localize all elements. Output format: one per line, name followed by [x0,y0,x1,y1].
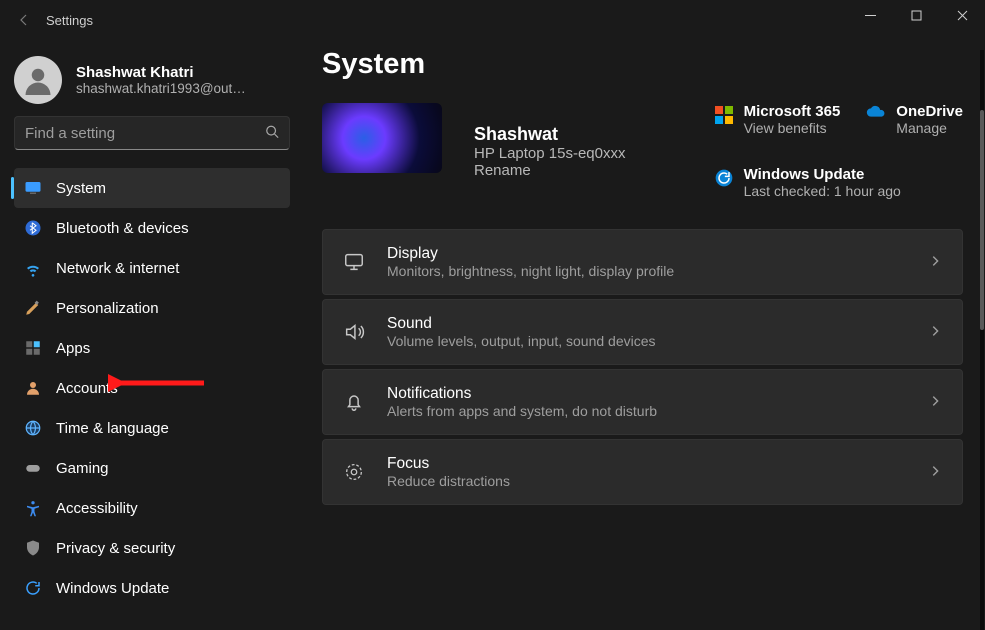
chevron-right-icon [928,324,942,341]
person-icon [23,65,53,95]
display-icon [343,251,365,273]
card-sub: Volume levels, output, input, sound devi… [387,333,906,349]
wifi-icon [24,259,42,277]
gamepad-icon [24,459,42,477]
sidebar-item-label: Apps [56,340,90,357]
bluetooth-icon [24,219,42,237]
sidebar-item-label: Privacy & security [56,540,175,557]
update-icon [714,168,734,188]
sidebar-item-network[interactable]: Network & internet [14,248,290,288]
user-email: shashwat.khatri1993@out… [76,81,246,96]
microsoft-365-tile[interactable]: Microsoft 365 View benefits [714,103,841,136]
update-icon [24,579,42,597]
sidebar-item-label: System [56,180,106,197]
sound-icon [343,321,365,343]
apps-icon [24,339,42,357]
sidebar: Shashwat Khatri shashwat.khatri1993@out…… [0,40,300,630]
titlebar: Settings [0,0,985,40]
card-sound[interactable]: Sound Volume levels, output, input, soun… [322,299,963,365]
sidebar-item-label: Bluetooth & devices [56,220,189,237]
device-model: HP Laptop 15s-eq0xxx [474,145,626,162]
card-title: Display [387,245,906,263]
sidebar-item-update[interactable]: Windows Update [14,568,290,608]
info-row: Shashwat HP Laptop 15s-eq0xxx Rename [322,103,963,199]
card-sub: Alerts from apps and system, do not dist… [387,403,906,419]
scrollbar-track[interactable] [980,50,984,630]
chevron-right-icon [928,394,942,411]
app-title: Settings [46,13,93,28]
card-title: Focus [387,455,906,473]
user-block[interactable]: Shashwat Khatri shashwat.khatri1993@out… [14,56,290,104]
sidebar-item-label: Network & internet [56,260,179,277]
tile-sub: View benefits [744,120,841,136]
sidebar-item-gaming[interactable]: Gaming [14,448,290,488]
accessibility-icon [24,499,42,517]
card-focus[interactable]: Focus Reduce distractions [322,439,963,505]
sidebar-item-bluetooth[interactable]: Bluetooth & devices [14,208,290,248]
brush-icon [24,299,42,317]
window-minimize-button[interactable] [847,0,893,30]
sidebar-item-label: Accessibility [56,500,138,517]
user-name: Shashwat Khatri [76,64,246,81]
bell-icon [343,391,365,413]
window-maximize-button[interactable] [893,0,939,30]
close-icon [957,10,968,21]
sidebar-item-privacy[interactable]: Privacy & security [14,528,290,568]
sidebar-item-system[interactable]: System [14,168,290,208]
sidebar-item-label: Time & language [56,420,169,437]
onedrive-icon [866,105,886,125]
card-title: Sound [387,315,906,333]
chevron-right-icon [928,464,942,481]
tile-title: Microsoft 365 [744,103,841,120]
avatar [14,56,62,104]
cards-list: Display Monitors, brightness, night ligh… [322,229,963,505]
sidebar-nav: System Bluetooth & devices Network & int… [14,168,290,608]
card-sub: Reduce distractions [387,473,906,489]
sidebar-item-accessibility[interactable]: Accessibility [14,488,290,528]
arrow-left-icon [16,12,32,28]
onedrive-tile[interactable]: OneDrive Manage [866,103,963,136]
shield-icon [24,539,42,557]
tile-title: Windows Update [744,166,901,183]
card-display[interactable]: Display Monitors, brightness, night ligh… [322,229,963,295]
sidebar-item-label: Personalization [56,300,159,317]
tile-title: OneDrive [896,103,963,120]
windows-update-tile[interactable]: Windows Update Last checked: 1 hour ago [714,166,963,199]
card-title: Notifications [387,385,906,403]
focus-icon [343,461,365,483]
device-name: Shashwat [474,124,626,145]
device-thumbnail [322,103,442,173]
maximize-icon [911,10,922,21]
tile-sub: Manage [896,120,963,136]
main-content: System Shashwat HP Laptop 15s-eq0xxx Ren… [300,40,985,630]
search-box[interactable] [14,116,290,150]
sidebar-item-label: Accounts [56,380,118,397]
person-icon [24,379,42,397]
sidebar-item-label: Gaming [56,460,109,477]
window-close-button[interactable] [939,0,985,30]
back-button[interactable] [12,8,36,32]
globe-time-icon [24,419,42,437]
search-input[interactable] [15,117,289,149]
sidebar-item-personalization[interactable]: Personalization [14,288,290,328]
sidebar-item-apps[interactable]: Apps [14,328,290,368]
device-rename-link[interactable]: Rename [474,162,626,179]
tile-sub: Last checked: 1 hour ago [744,183,901,199]
microsoft-365-icon [714,105,734,125]
sidebar-item-time[interactable]: Time & language [14,408,290,448]
card-sub: Monitors, brightness, night light, displ… [387,263,906,279]
chevron-right-icon [928,254,942,271]
page-title: System [322,48,963,81]
sidebar-item-label: Windows Update [56,580,169,597]
search-icon [265,125,279,142]
monitor-icon [24,179,42,197]
scrollbar-thumb[interactable] [980,110,984,330]
sidebar-item-accounts[interactable]: Accounts [14,368,290,408]
card-notifications[interactable]: Notifications Alerts from apps and syste… [322,369,963,435]
minimize-icon [865,10,876,21]
